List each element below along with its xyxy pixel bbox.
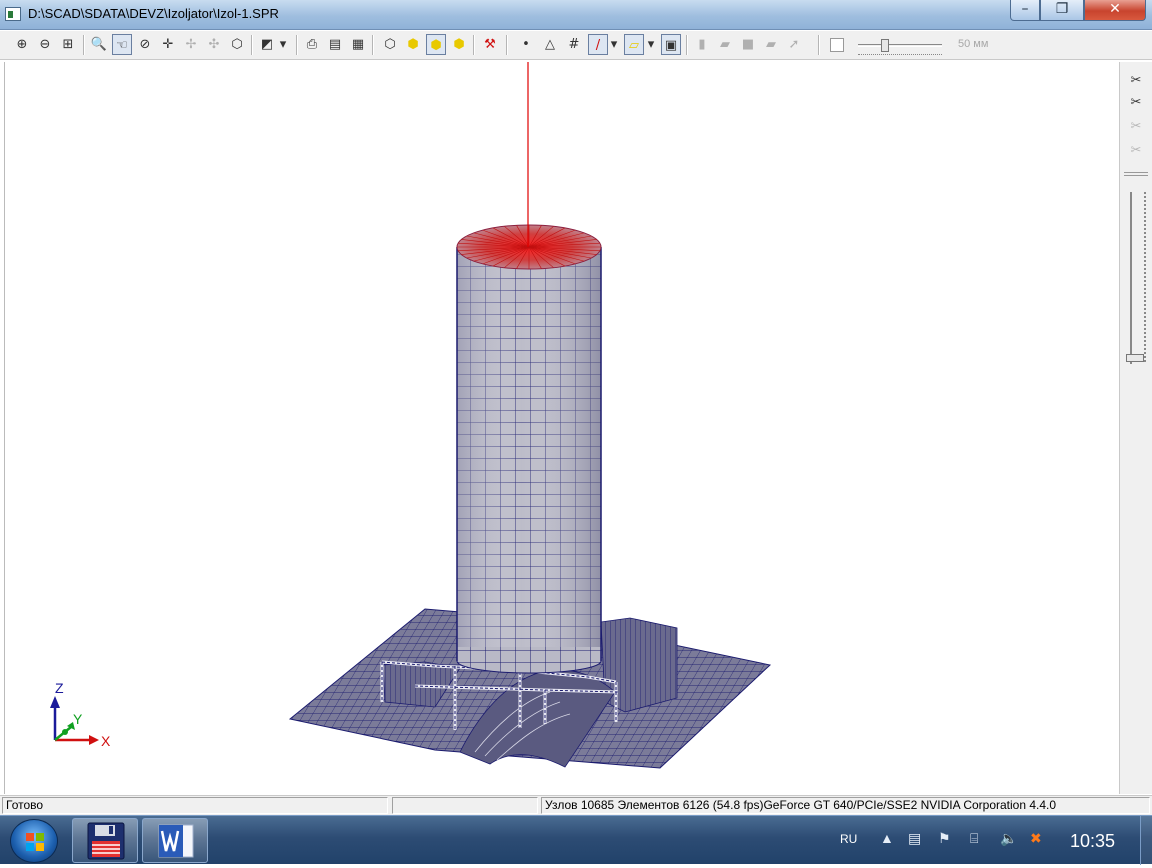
antivirus-icon[interactable]: ✖ <box>1030 830 1042 847</box>
scale-label: 50 мм <box>958 38 989 50</box>
zoom-out-icon[interactable]: ⊖ <box>35 34 55 55</box>
hammer-icon[interactable]: ⚒ <box>480 34 500 55</box>
shaded-cube-icon[interactable]: ⬢ <box>426 34 446 55</box>
volume-icon[interactable]: 🔈 <box>1000 830 1017 847</box>
vertical-slider[interactable] <box>1126 192 1146 364</box>
panel-grip <box>1124 172 1148 176</box>
axis-label-y: Y <box>73 711 83 727</box>
rotate-icon[interactable]: ⊘ <box>135 34 155 55</box>
solid-element-icon[interactable]: ▣ <box>661 34 681 55</box>
chevron-down-icon[interactable]: ▾ <box>645 34 657 55</box>
plate-icon[interactable]: ▰ <box>715 34 735 55</box>
taskbar-app-scad[interactable] <box>72 818 138 863</box>
shell-icon[interactable]: ▰ <box>761 34 781 55</box>
arrow-icon[interactable]: ➚ <box>784 34 804 55</box>
status-empty <box>392 797 538 814</box>
wireframe-cube-icon[interactable]: ⬡ <box>380 34 400 55</box>
app-icon <box>5 7 21 21</box>
scale-slider[interactable] <box>858 39 942 55</box>
toolbar-separator <box>251 35 253 55</box>
rotate-y-icon[interactable]: ✣ <box>204 34 224 55</box>
toolbar-separator <box>83 35 85 55</box>
plate-element-icon[interactable]: ▱ <box>624 34 644 55</box>
right-ridge <box>600 617 678 713</box>
right-tool-panel: ✂ ✂ ✂ ✂ <box>1119 62 1152 794</box>
start-button[interactable] <box>10 819 58 863</box>
close-button[interactable]: ✕ <box>1084 0 1146 21</box>
chevron-down-icon[interactable]: ▾ <box>277 34 289 55</box>
title-bar: D:\SCAD\SDATA\DEVZ\Izoljator\Izol-1.SPR … <box>0 0 1152 30</box>
taskbar-app-word[interactable] <box>142 818 208 863</box>
floppy-disk-icon <box>87 822 125 860</box>
window-title: D:\SCAD\SDATA\DEVZ\Izoljator\Izol-1.SPR <box>28 6 279 21</box>
node-triangle-icon[interactable]: △ <box>540 34 560 55</box>
axis-label-x: X <box>101 733 111 749</box>
tray-expand-icon[interactable]: ▲ <box>880 830 894 846</box>
model-canvas[interactable]: Z Y X <box>5 62 1119 794</box>
status-bar: Готово Узлов 10685 Элементов 6126 (54.8 … <box>0 795 1152 815</box>
toolbar-separator <box>818 35 820 55</box>
language-indicator[interactable]: RU <box>840 832 857 846</box>
toolbar-separator <box>473 35 475 55</box>
export-image-icon[interactable]: ▦ <box>348 34 368 55</box>
scale-checkbox[interactable] <box>830 38 844 52</box>
word-icon <box>158 824 194 858</box>
network-icon[interactable]: ⌸ <box>970 830 978 847</box>
toolbar-separator <box>372 35 374 55</box>
tray-window-icon[interactable]: ▤ <box>908 830 921 847</box>
cube-view-icon[interactable]: ⬡ <box>227 34 247 55</box>
axis-label-z: Z <box>55 680 64 696</box>
toolbar-separator <box>296 35 298 55</box>
shaded-outline-cube-icon[interactable]: ⬢ <box>449 34 469 55</box>
model-viewport[interactable]: Z Y X <box>4 62 1118 794</box>
status-ready: Готово <box>2 797 388 814</box>
rotate-x-icon[interactable]: ✢ <box>181 34 201 55</box>
node-point-icon[interactable]: • <box>516 34 536 55</box>
print-icon[interactable]: ⎙ <box>302 34 322 55</box>
projection-icon[interactable]: ◩ <box>257 34 277 55</box>
zoom-fit-icon[interactable]: ⊞ <box>58 34 78 55</box>
move-icon[interactable]: ✛ <box>158 34 178 55</box>
maximize-button[interactable]: ❐ <box>1040 0 1084 21</box>
chevron-down-icon[interactable]: ▾ <box>608 34 620 55</box>
taskbar: RU ▲ ▤ ⚑ ⌸ 🔈 ✖ 10:35 <box>0 815 1152 865</box>
cut-off-icon[interactable]: ✂ <box>1126 142 1146 160</box>
flag-icon[interactable]: ⚑ <box>938 830 951 847</box>
clock[interactable]: 10:35 <box>1070 831 1115 852</box>
zoom-in-icon[interactable]: ⊕ <box>12 34 32 55</box>
minimize-button[interactable]: – <box>1010 0 1040 21</box>
toolbar-separator <box>506 35 508 55</box>
grid-icon[interactable]: # <box>564 34 584 55</box>
axis-triad: Z Y X <box>50 680 111 749</box>
solid-cube-icon[interactable]: ⬢ <box>403 34 423 55</box>
cut-plane-2-icon[interactable]: ✂ <box>1126 94 1146 112</box>
bar-element-icon[interactable]: / <box>588 34 608 55</box>
print-preview-icon[interactable]: ▤ <box>325 34 345 55</box>
cut-plane-icon[interactable]: ✂ <box>1126 72 1146 90</box>
status-info: Узлов 10685 Элементов 6126 (54.8 fps)GeF… <box>541 797 1150 814</box>
square-icon[interactable]: ■ <box>738 34 758 55</box>
system-tray: RU ▲ ▤ ⚑ ⌸ 🔈 ✖ 10:35 <box>830 816 1152 865</box>
pan-hand-icon[interactable]: ☜ <box>112 34 132 55</box>
show-desktop-button[interactable] <box>1140 816 1152 865</box>
toolbar: ⊕ ⊖ ⊞ 🔍 ☜ ⊘ ✛ ✢ ✣ ⬡ ◩ ▾ ⎙ ▤ ▦ ⬡ ⬢ ⬢ ⬢ ⚒ … <box>0 31 1152 60</box>
toolbar-separator <box>686 35 688 55</box>
windows-logo-icon <box>26 833 44 851</box>
rod-icon[interactable]: ▮ <box>692 34 712 55</box>
cut-plane-3-icon[interactable]: ✂ <box>1126 118 1146 136</box>
scale-slider-thumb[interactable] <box>881 39 889 52</box>
zoom-window-icon[interactable]: 🔍 <box>89 34 109 55</box>
vertical-slider-thumb[interactable] <box>1126 354 1144 362</box>
